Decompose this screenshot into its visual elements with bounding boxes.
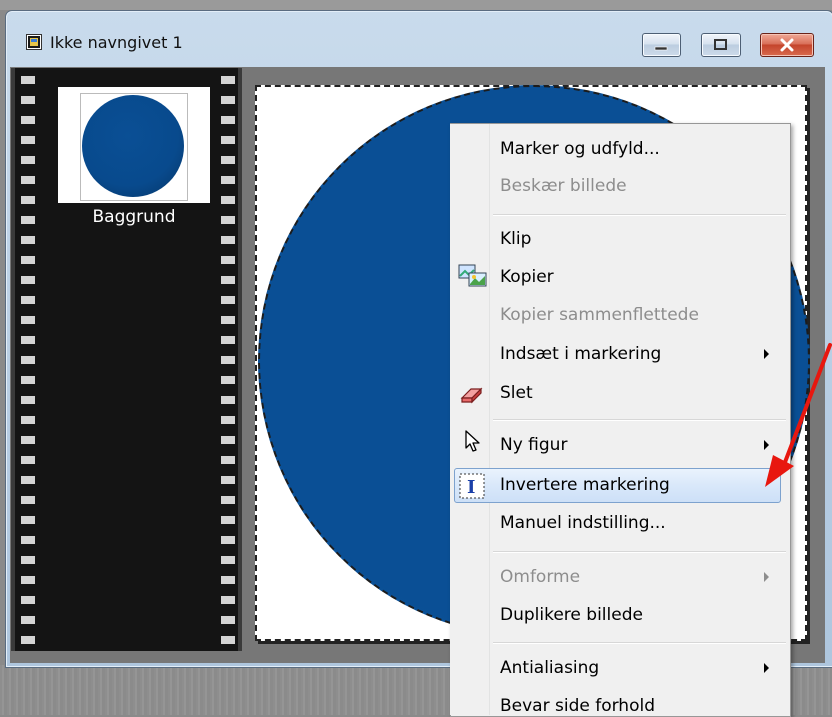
film-sprocket-holes-left xyxy=(21,68,35,651)
menu-item-klip[interactable]: Klip xyxy=(500,229,531,249)
submenu-arrow-icon xyxy=(764,349,769,359)
cursor-arrow-icon xyxy=(465,430,480,452)
minimize-icon xyxy=(654,46,668,51)
menu-item-slet[interactable]: Slet xyxy=(500,383,533,403)
context-menu-icon-gutter xyxy=(450,124,490,715)
menu-separator xyxy=(493,214,786,216)
submenu-arrow-icon xyxy=(764,572,769,582)
submenu-arrow-icon xyxy=(764,663,769,673)
menu-item-antialiasing[interactable]: Antialiasing xyxy=(500,658,599,678)
menu-item-bevar-side-forhold[interactable]: Bevar side forhold xyxy=(500,696,655,716)
window-title: Ikke navngivet 1 xyxy=(50,33,183,52)
menu-item-manuel-indstilling[interactable]: Manuel indstilling... xyxy=(500,513,666,533)
maximize-button[interactable] xyxy=(701,33,741,57)
menu-separator xyxy=(493,419,786,421)
layer-thumbnail-image xyxy=(82,95,184,197)
layer-name: Baggrund xyxy=(92,207,176,227)
menu-item-beskaer-billede[interactable]: Beskær billede xyxy=(500,176,627,196)
menu-item-duplikere-billede[interactable]: Duplikere billede xyxy=(500,605,643,625)
film-edge xyxy=(11,68,15,651)
menu-item-kopier-sammenflettede[interactable]: Kopier sammenflettede xyxy=(500,305,699,325)
svg-text:I: I xyxy=(467,477,475,498)
film-edge xyxy=(238,68,242,651)
menu-separator xyxy=(493,551,786,553)
close-icon xyxy=(780,38,794,52)
menu-item-invertere-markering[interactable]: Invertere markering xyxy=(500,475,670,495)
minimize-button[interactable] xyxy=(642,33,681,57)
menu-separator xyxy=(493,642,786,644)
menu-item-indsaet-i-markering[interactable]: Indsæt i markering xyxy=(500,344,661,364)
close-button[interactable] xyxy=(760,33,814,57)
submenu-arrow-icon xyxy=(764,440,769,450)
eraser-icon xyxy=(460,387,483,404)
menu-item-ny-figur[interactable]: Ny figur xyxy=(500,435,567,455)
maximize-icon xyxy=(714,39,727,50)
film-sprocket-holes-right xyxy=(221,68,235,651)
desktop-background-top xyxy=(0,0,832,10)
copy-picture-icon xyxy=(458,264,487,287)
menu-item-marker-og-udfyld[interactable]: Marker og udfyld... xyxy=(500,139,660,159)
menu-item-omforme[interactable]: Omforme xyxy=(500,567,580,587)
image-document-icon xyxy=(26,34,42,50)
menu-item-kopier[interactable]: Kopier xyxy=(500,267,554,287)
invert-selection-icon: I xyxy=(459,473,485,499)
